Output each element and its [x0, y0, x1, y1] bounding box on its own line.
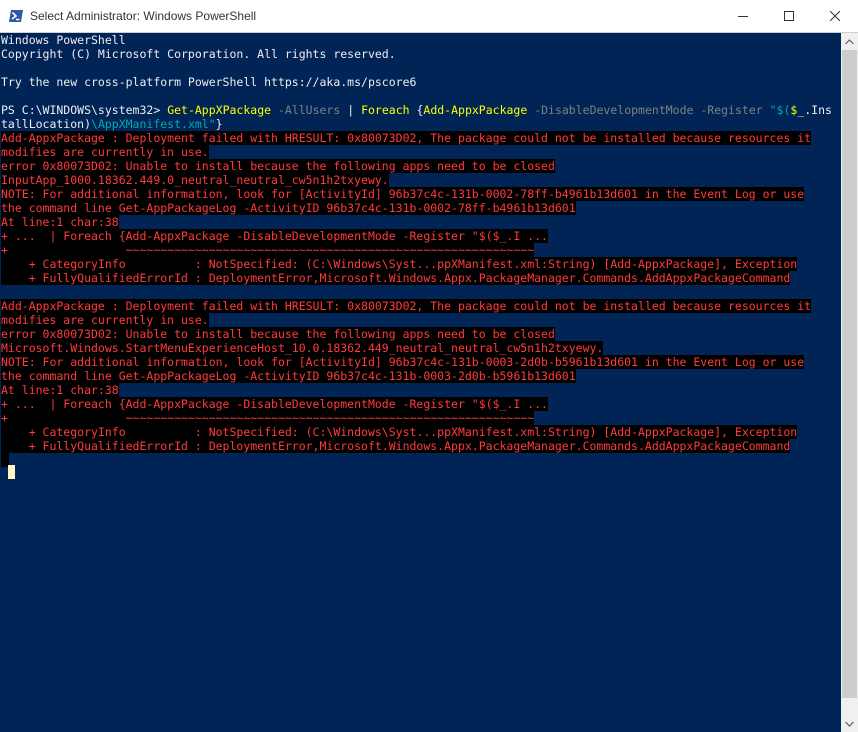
error-line: NOTE: For additional information, look f…	[1, 355, 805, 369]
maximize-button[interactable]	[766, 0, 812, 32]
text-cursor	[8, 465, 15, 479]
window-title: Select Administrator: Windows PowerShell	[30, 9, 257, 23]
error-line: Add-AppxPackage : Deployment failed with…	[1, 131, 812, 145]
cmdlet-token: Foreach	[361, 103, 410, 117]
error-line: modifies are currently in use.	[1, 145, 209, 159]
scroll-up-button[interactable]	[841, 33, 858, 50]
minimize-button[interactable]	[720, 0, 766, 32]
error-line: Microsoft.Windows.StartMenuExperienceHos…	[1, 341, 604, 355]
member-token: .Ins	[804, 103, 832, 117]
minimize-icon	[738, 16, 748, 17]
scrollbar-thumb[interactable]	[842, 50, 857, 698]
cmdlet-token: Get-AppXPackage	[167, 103, 272, 117]
cmdlet-token: Add-AppxPackage	[423, 103, 528, 117]
error-line: + CategoryInfo : NotSpecified: (C:\Windo…	[1, 425, 798, 439]
error-line: + ... | Foreach {Add-AppxPackage -Disabl…	[1, 397, 548, 411]
close-icon	[830, 11, 840, 21]
string-token: \AppXManifest.xml"	[91, 117, 216, 131]
error-line: + ~~~~~~~~~~~~~~~~~~~~~~~~~~~~~~~~~~~~~~…	[1, 411, 535, 425]
parameter-token: -DisableDevelopmentMode -Register	[527, 103, 770, 117]
brace-token: }	[215, 117, 223, 131]
error-line: + CategoryInfo : NotSpecified: (C:\Windo…	[1, 257, 798, 271]
error-line: error 0x80073D02: Unable to install beca…	[1, 327, 555, 341]
console-output[interactable]: Windows PowerShell Copyright (C) Microso…	[0, 33, 841, 732]
error-line: the command line Get-AppPackageLog -Acti…	[1, 369, 576, 383]
error-line: + ~~~~~~~~~~~~~~~~~~~~~~~~~~~~~~~~~~~~~~…	[1, 243, 535, 257]
member-token: tallLocation)	[1, 117, 92, 131]
error-line: the command line Get-AppPackageLog -Acti…	[1, 201, 576, 215]
error-line: + FullyQualifiedErrorId : DeploymentErro…	[1, 271, 791, 285]
powershell-icon	[8, 8, 24, 24]
error-line: error 0x80073D02: Unable to install beca…	[1, 159, 555, 173]
pipe-token: |	[340, 103, 362, 117]
scroll-down-button[interactable]	[841, 715, 858, 732]
error-line: At line:1 char:38	[1, 215, 119, 229]
vertical-scrollbar[interactable]	[841, 33, 858, 732]
brace-token: {	[409, 103, 424, 117]
error-line: + ... | Foreach {Add-AppxPackage -Disabl…	[1, 229, 548, 243]
title-bar[interactable]: Select Administrator: Windows PowerShell	[0, 0, 858, 33]
error-line: At line:1 char:38	[1, 383, 119, 397]
error-line: modifies are currently in use.	[1, 313, 209, 327]
chevron-up-icon	[845, 38, 854, 44]
error-line: Add-AppxPackage : Deployment failed with…	[1, 299, 812, 313]
command-line-continued: tallLocation)\AppXManifest.xml"}	[1, 117, 223, 131]
error-line: InputApp_1000.18362.449.0_neutral_neutra…	[1, 173, 389, 187]
command-line: PS C:\WINDOWS\system32> Get-AppXPackage …	[1, 103, 832, 117]
prompt: PS C:\WINDOWS\system32>	[1, 103, 161, 117]
powershell-window: Select Administrator: Windows PowerShell…	[0, 0, 858, 732]
chevron-down-icon	[845, 721, 854, 727]
banner-line: Windows PowerShell	[1, 33, 126, 47]
parameter-token: -AllUsers	[271, 103, 341, 117]
variable-token: $_	[790, 103, 805, 117]
error-line: + FullyQualifiedErrorId : DeploymentErro…	[1, 439, 791, 453]
banner-line: Copyright (C) Microsoft Corporation. All…	[1, 47, 396, 61]
error-line: NOTE: For additional information, look f…	[1, 187, 805, 201]
string-token: "$(	[769, 103, 791, 117]
close-button[interactable]	[812, 0, 858, 32]
maximize-icon	[784, 11, 794, 21]
banner-line: Try the new cross-platform PowerShell ht…	[1, 75, 417, 89]
